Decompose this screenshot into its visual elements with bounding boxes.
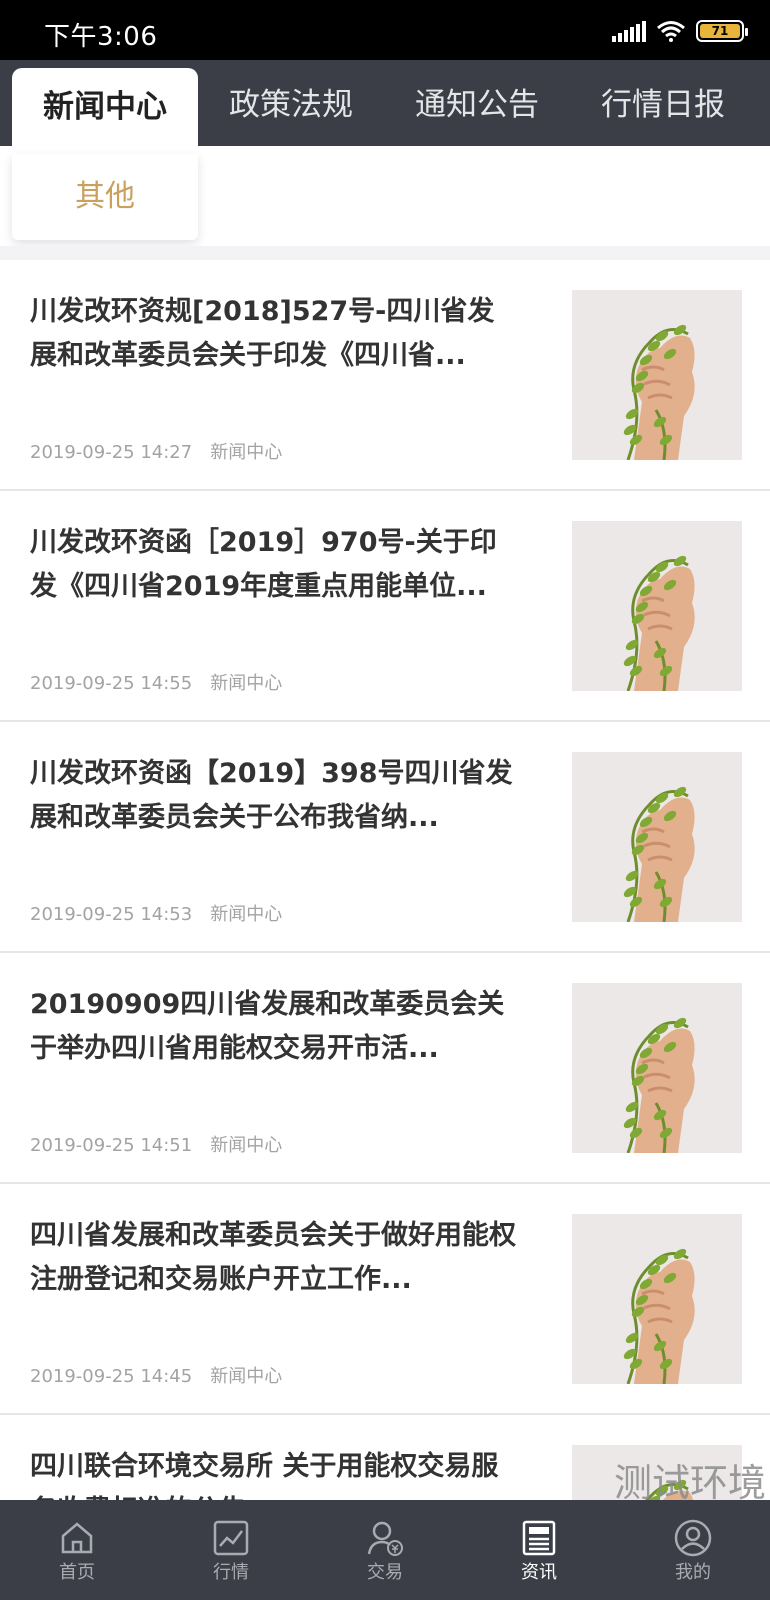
news-meta: 2019-09-25 14:51 新闻中心 xyxy=(30,1131,282,1157)
news-source: 新闻中心 xyxy=(210,904,283,925)
bottom-nav: 首页 行情 交易 资讯 我的 xyxy=(0,1500,770,1600)
nav-label: 我的 xyxy=(675,1562,711,1583)
news-meta: 2019-09-25 14:53 新闻中心 xyxy=(30,900,282,926)
news-item[interactable]: 川发改环资规[2018]527号-四川省发展和改革委员会关于印发《四川省... … xyxy=(0,260,770,491)
nav-home[interactable]: 首页 xyxy=(0,1500,154,1600)
tab-news-center[interactable]: 新闻中心 xyxy=(12,68,198,146)
news-time: 2019-09-25 14:27 xyxy=(30,442,193,463)
divider xyxy=(0,246,770,260)
nav-news[interactable]: 资讯 xyxy=(462,1500,616,1600)
sub-category-panel: 其他 xyxy=(0,146,770,246)
nav-label: 首页 xyxy=(59,1562,95,1583)
user-icon xyxy=(674,1519,712,1557)
news-thumbnail xyxy=(572,1214,742,1384)
news-title: 20190909四川省发展和改革委员会关于举办四川省用能权交易开市活... xyxy=(30,989,505,1064)
status-icons: 71 xyxy=(612,18,748,44)
nav-profile[interactable]: 我的 xyxy=(616,1500,770,1600)
news-thumbnail xyxy=(572,521,742,691)
news-meta: 2019-09-25 14:27 新闻中心 xyxy=(30,438,282,464)
news-list: 川发改环资规[2018]527号-四川省发展和改革委员会关于印发《四川省... … xyxy=(0,260,770,1600)
status-bar: 下午3:06 71 xyxy=(0,0,770,60)
news-time: 2019-09-25 14:53 xyxy=(30,904,193,925)
news-item[interactable]: 四川省发展和改革委员会关于做好用能权注册登记和交易账户开立工作... 2019-… xyxy=(0,1184,770,1415)
news-thumbnail xyxy=(572,752,742,922)
news-thumbnail xyxy=(572,290,742,460)
news-title: 川发改环资规[2018]527号-四川省发展和改革委员会关于印发《四川省... xyxy=(30,296,495,371)
news-meta: 2019-09-25 14:45 新闻中心 xyxy=(30,1362,282,1388)
news-time: 2019-09-25 14:45 xyxy=(30,1366,193,1387)
nav-label: 交易 xyxy=(367,1562,403,1583)
news-source: 新闻中心 xyxy=(210,442,283,463)
news-icon xyxy=(522,1520,556,1556)
news-item[interactable]: 20190909四川省发展和改革委员会关于举办四川省用能权交易开市活... 20… xyxy=(0,953,770,1184)
news-title: 川发改环资函［2019］970号-关于印发《四川省2019年度重点用能单位... xyxy=(30,527,497,602)
nav-label: 资讯 xyxy=(521,1562,557,1583)
tab-market-daily[interactable]: 行情日报 xyxy=(570,60,756,146)
sub-tab-other[interactable]: 其他 xyxy=(12,154,198,240)
news-time: 2019-09-25 14:51 xyxy=(30,1135,193,1156)
news-source: 新闻中心 xyxy=(210,673,283,694)
chart-icon xyxy=(213,1520,249,1556)
category-tab-bar: 新闻中心 政策法规 通知公告 行情日报 xyxy=(0,60,770,146)
home-icon xyxy=(61,1522,93,1554)
news-thumbnail xyxy=(572,983,742,1153)
signal-icon xyxy=(612,20,646,42)
environment-watermark: 测试环境 xyxy=(613,1461,766,1505)
news-meta: 2019-09-25 14:55 新闻中心 xyxy=(30,669,282,695)
news-source: 新闻中心 xyxy=(210,1366,283,1387)
news-time: 2019-09-25 14:55 xyxy=(30,673,193,694)
nav-trade[interactable]: 交易 xyxy=(308,1500,462,1600)
news-source: 新闻中心 xyxy=(210,1135,283,1156)
nav-market[interactable]: 行情 xyxy=(154,1500,308,1600)
news-item[interactable]: 川发改环资函［2019］970号-关于印发《四川省2019年度重点用能单位...… xyxy=(0,491,770,722)
nav-label: 行情 xyxy=(213,1562,249,1583)
status-time: 下午3:06 xyxy=(44,22,158,52)
news-title: 四川省发展和改革委员会关于做好用能权注册登记和交易账户开立工作... xyxy=(30,1220,516,1295)
trade-icon xyxy=(367,1521,403,1556)
tab-policy[interactable]: 政策法规 xyxy=(198,60,384,146)
wifi-icon xyxy=(656,20,686,42)
battery-icon: 71 xyxy=(696,20,748,42)
tab-notices[interactable]: 通知公告 xyxy=(384,60,570,146)
battery-level: 71 xyxy=(700,24,740,38)
news-item[interactable]: 川发改环资函【2019】398号四川省发展和改革委员会关于公布我省纳... 20… xyxy=(0,722,770,953)
news-title: 川发改环资函【2019】398号四川省发展和改革委员会关于公布我省纳... xyxy=(30,758,513,833)
